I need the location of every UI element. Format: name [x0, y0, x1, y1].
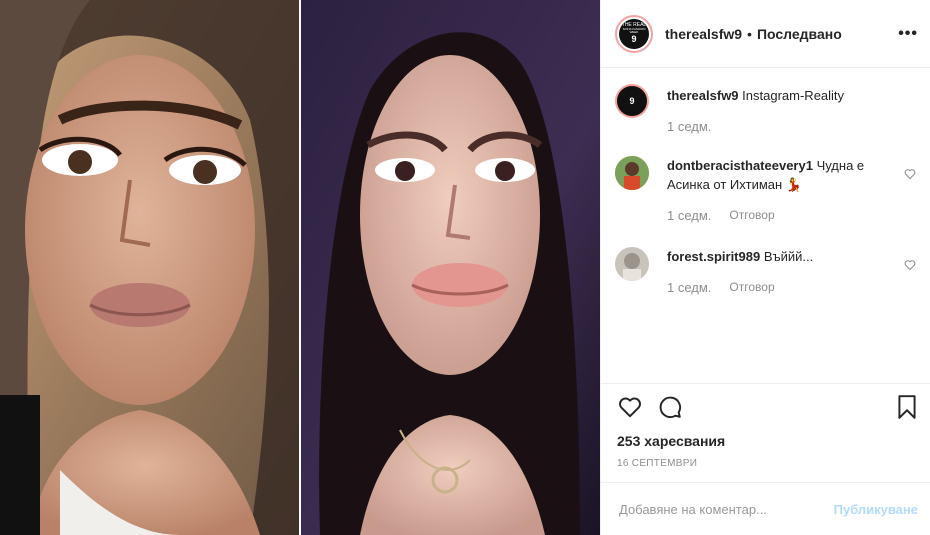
caption-avatar-number: 9: [629, 96, 635, 106]
more-options-icon[interactable]: •••: [898, 25, 918, 43]
caption-avatar[interactable]: 9: [615, 84, 649, 118]
reply-button[interactable]: Отговор: [729, 280, 774, 295]
save-bookmark-icon[interactable]: [894, 394, 920, 420]
likes-count[interactable]: 253 харесвания: [601, 430, 930, 452]
instagram-post: THE REAL SOFIA FASHION WEEK 9 therealsfw…: [0, 0, 930, 535]
comment-item: forest.spirit989 Въййй... 1 седм. Отговор: [615, 247, 916, 295]
avatar-logo: THE REAL SOFIA FASHION WEEK 9: [619, 18, 649, 49]
like-comment-heart-icon[interactable]: [904, 168, 916, 180]
add-comment-input[interactable]: [617, 500, 834, 518]
commenter-avatar-image: [615, 247, 649, 281]
follow-status-button[interactable]: Последвано: [757, 26, 842, 42]
author-username[interactable]: therealsfw9: [665, 26, 742, 42]
header-separator: •: [747, 25, 752, 42]
caption: 9 therealsfw9 Instagram-Reality 1 седм.: [615, 84, 916, 134]
like-heart-icon[interactable]: [617, 394, 643, 420]
reply-button[interactable]: Отговор: [729, 208, 774, 223]
before-after-selfie-image: [0, 0, 600, 535]
comment-bubble-icon[interactable]: [657, 394, 683, 420]
comment-username[interactable]: dontberacisthateevery1: [667, 158, 813, 173]
caption-time[interactable]: 1 седм.: [667, 119, 711, 134]
comment-item: dontberacisthateevery1 Чудна е Асинка от…: [615, 156, 916, 223]
post-date[interactable]: 16 СЕПТЕМВРИ: [601, 452, 930, 482]
post-photo[interactable]: [0, 0, 600, 535]
caption-username[interactable]: therealsfw9: [667, 88, 739, 103]
post-actions-bar: [601, 383, 930, 430]
add-comment-bar: Публикуване: [601, 482, 930, 535]
avatar-logo-number: 9: [631, 33, 637, 44]
comments-list[interactable]: 9 therealsfw9 Instagram-Reality 1 седм.: [601, 68, 930, 383]
commenter-avatar[interactable]: [615, 156, 649, 190]
comment-text: Въййй...: [763, 249, 814, 264]
post-side-panel: THE REAL SOFIA FASHION WEEK 9 therealsfw…: [600, 0, 930, 535]
author-avatar[interactable]: THE REAL SOFIA FASHION WEEK 9: [615, 14, 653, 53]
like-comment-heart-icon[interactable]: [904, 259, 916, 271]
caption-text: Instagram-Reality: [742, 88, 845, 103]
comment-time[interactable]: 1 седм.: [667, 280, 711, 295]
publish-comment-button[interactable]: Публикуване: [834, 502, 918, 517]
post-header: THE REAL SOFIA FASHION WEEK 9 therealsfw…: [601, 0, 930, 68]
commenter-avatar-image: [615, 156, 649, 190]
comment-time[interactable]: 1 седм.: [667, 208, 711, 223]
comment-username[interactable]: forest.spirit989: [667, 249, 760, 264]
commenter-avatar[interactable]: [615, 247, 649, 281]
